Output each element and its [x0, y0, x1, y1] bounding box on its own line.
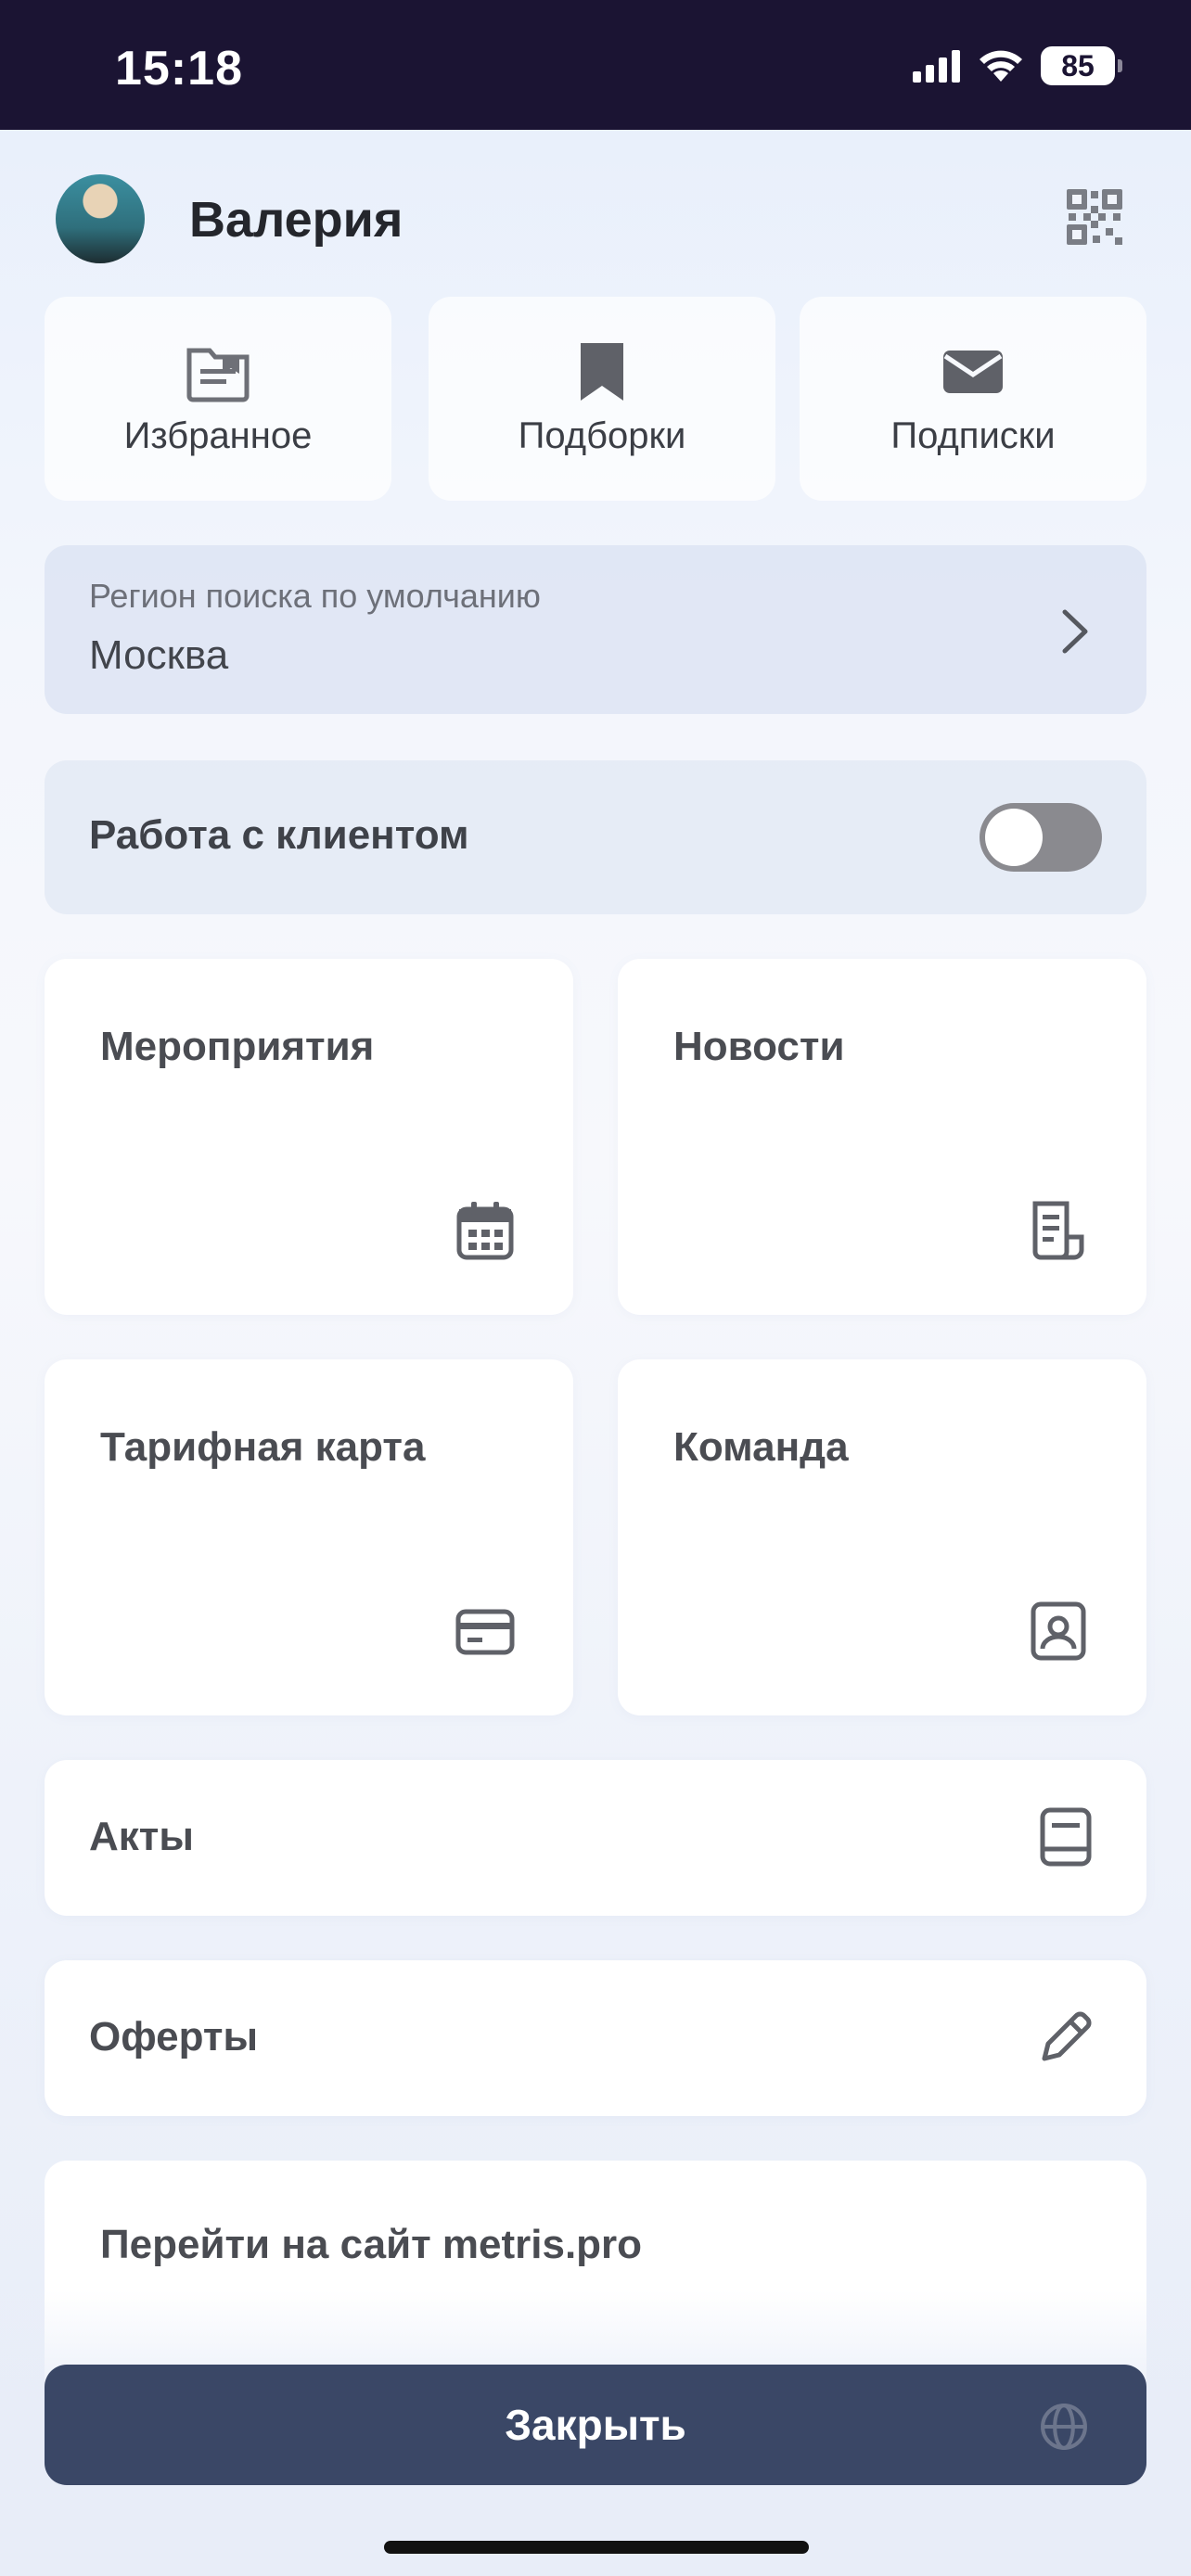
- website-link-label: Перейти на сайт metris.pro: [100, 2222, 643, 2267]
- news-icon: [1032, 1201, 1084, 1260]
- region-value: Москва: [89, 632, 229, 678]
- book-icon: [1040, 1807, 1092, 1867]
- acts-row[interactable]: Акты: [45, 1760, 1146, 1916]
- folder-icon: [186, 348, 250, 402]
- favorites-button[interactable]: Избранное: [45, 297, 391, 501]
- offers-row[interactable]: Оферты: [45, 1960, 1146, 2116]
- subscriptions-button[interactable]: Подписки: [800, 297, 1146, 501]
- wifi-icon: [980, 50, 1022, 82]
- globe-icon: [1041, 2404, 1087, 2450]
- qr-code-button[interactable]: [1065, 187, 1124, 247]
- favorites-label: Избранное: [123, 415, 313, 456]
- quick-actions: Избранное Подборки Подписки: [45, 297, 1146, 501]
- status-bar: 15:18 85: [0, 0, 1191, 130]
- envelope-icon: [943, 351, 1003, 393]
- offers-label: Оферты: [89, 2014, 259, 2060]
- calendar-icon: [456, 1202, 514, 1260]
- credit-card-icon: [455, 1609, 515, 1655]
- region-label: Регион поиска по умолчанию: [89, 577, 541, 615]
- chevron-right-icon: [1062, 609, 1088, 654]
- avatar[interactable]: [56, 174, 145, 263]
- team-tile[interactable]: Команда: [618, 1359, 1146, 1715]
- qr-code-icon: [1067, 189, 1122, 245]
- client-mode-toggle[interactable]: [980, 803, 1102, 872]
- team-label: Команда: [673, 1424, 849, 1470]
- events-label: Мероприятия: [100, 1024, 375, 1069]
- subscriptions-label: Подписки: [890, 415, 1056, 456]
- acts-label: Акты: [89, 1814, 194, 1859]
- contact-card-icon: [1031, 1601, 1086, 1661]
- collections-label: Подборки: [518, 415, 686, 456]
- news-tile[interactable]: Новости: [618, 959, 1146, 1315]
- profile-header: Валерия: [45, 167, 1146, 269]
- signal-icon: [913, 50, 960, 83]
- tariff-map-tile[interactable]: Тарифная карта: [45, 1359, 573, 1715]
- client-mode-label: Работа с клиентом: [89, 812, 469, 858]
- tariff-map-label: Тарифная карта: [100, 1424, 426, 1470]
- toggle-knob: [985, 809, 1043, 866]
- status-icons: 85: [913, 46, 1122, 85]
- bookmark-icon: [581, 343, 623, 401]
- collections-button[interactable]: Подборки: [429, 297, 775, 501]
- battery-indicator: 85: [1041, 46, 1122, 85]
- news-label: Новости: [673, 1024, 845, 1069]
- events-tile[interactable]: Мероприятия: [45, 959, 573, 1315]
- user-name: Валерия: [189, 192, 403, 248]
- search-region-selector[interactable]: Регион поиска по умолчанию Москва: [45, 545, 1146, 714]
- close-button[interactable]: Закрыть: [45, 2365, 1146, 2485]
- home-indicator: [384, 2541, 809, 2554]
- client-mode-row: Работа с клиентом: [45, 760, 1146, 914]
- pencil-icon: [1042, 2011, 1092, 2061]
- status-time: 15:18: [115, 42, 243, 96]
